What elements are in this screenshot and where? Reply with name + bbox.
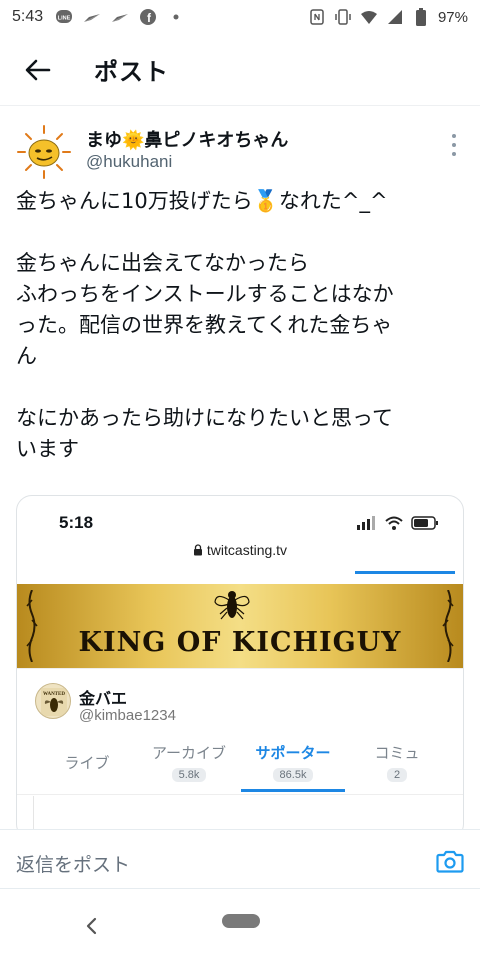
system-back-button[interactable] xyxy=(82,914,102,938)
embedded-time: 5:18 xyxy=(59,513,94,532)
signal-icon xyxy=(386,8,404,26)
reply-input[interactable]: 返信をポスト xyxy=(16,850,130,877)
send-icon xyxy=(111,8,129,26)
ornament-icon xyxy=(26,590,38,662)
dot-icon xyxy=(167,8,185,26)
embedded-tabs: ライブ アーカイブ 5.8k サポーター 86.5k コミュ 2 xyxy=(17,738,463,796)
wifi-icon xyxy=(385,516,403,530)
tab-indicator xyxy=(355,571,455,574)
wifi-icon xyxy=(360,8,378,26)
tab-supporters: サポーター 86.5k xyxy=(243,742,343,782)
avatar[interactable] xyxy=(16,124,72,180)
facebook-icon: f xyxy=(139,8,157,26)
avatar: WANTED xyxy=(35,683,71,719)
divider xyxy=(17,794,463,795)
page-title: ポスト xyxy=(94,58,169,86)
tab-label: ライブ xyxy=(64,754,110,772)
home-pill-button[interactable] xyxy=(222,914,260,928)
tab-live: ライブ xyxy=(47,752,127,773)
status-time: 5:43 xyxy=(12,8,44,25)
tab-count: 5.8k xyxy=(171,768,207,782)
tab-label: アーカイブ xyxy=(151,744,227,762)
tweet-line: なにかあったら助けになりたいと思って xyxy=(16,406,393,430)
active-tab-indicator xyxy=(241,789,345,792)
tab-community: コミュ 2 xyxy=(347,742,447,782)
tweet-line: った。配信の世界を教えてくれた金ちゃ xyxy=(16,313,393,337)
nfc-icon xyxy=(308,8,326,26)
ornament-icon xyxy=(442,590,454,662)
line-icon: LINE xyxy=(55,8,73,26)
signal-icon xyxy=(357,516,375,530)
embedded-profile-id: @kimbae1234 xyxy=(79,707,176,724)
embedded-profile: WANTED 金バエ @kimbae1234 xyxy=(17,668,463,738)
reply-bar[interactable]: 返信をポスト xyxy=(0,829,480,889)
vibrate-icon xyxy=(334,8,352,26)
tab-archive: アーカイブ 5.8k xyxy=(139,742,239,782)
status-bar: 5:43 LINE f 97% xyxy=(0,0,480,34)
battery-level: 97% xyxy=(437,8,468,26)
attached-image[interactable]: 5:18 twitcasting.tv KING OF KICHIGUY WAN… xyxy=(16,495,464,840)
lock-icon xyxy=(193,544,202,556)
tweet-line: います xyxy=(16,437,79,461)
banner-text: KING OF KICHIGUY xyxy=(78,627,402,658)
notification-icons: LINE f xyxy=(55,8,185,26)
camera-icon[interactable] xyxy=(436,848,464,874)
arrow-left-icon xyxy=(25,59,51,80)
tweet-line: ふわっちをインストールすることはなか xyxy=(16,282,394,306)
url-bar: twitcasting.tv xyxy=(17,542,463,558)
fly-icon xyxy=(214,591,250,620)
svg-text:WANTED: WANTED xyxy=(43,692,65,697)
tweet-text: 金ちゃんに10万投げたら🥇なれた^_^ 金ちゃんに出会えてなかったら ふわっちを… xyxy=(16,186,466,465)
battery-icon xyxy=(411,516,438,530)
back-button[interactable] xyxy=(18,50,58,90)
app-header: ポスト xyxy=(0,34,480,106)
battery-icon xyxy=(412,8,430,26)
tab-label: サポーター xyxy=(255,744,331,762)
channel-banner: KING OF KICHIGUY xyxy=(17,584,463,668)
url-text: twitcasting.tv xyxy=(206,542,288,558)
tweet-author: まゆ🌞鼻ピノキオちゃん @hukuhani xyxy=(16,120,466,182)
system-nav-bar xyxy=(0,890,480,960)
tweet-line: 金ちゃんに10万投げたら🥇なれた^_^ xyxy=(16,189,388,213)
tab-count: 86.5k xyxy=(272,768,314,782)
more-options-icon[interactable] xyxy=(448,134,460,156)
tab-label: コミュ xyxy=(374,744,420,762)
tweet-line: ん xyxy=(16,344,37,368)
tweet-line: 金ちゃんに出会えてなかったら xyxy=(16,251,309,275)
send-icon xyxy=(83,8,101,26)
svg-text:LINE: LINE xyxy=(58,16,71,22)
user-handle[interactable]: @hukuhani xyxy=(86,152,172,172)
display-name[interactable]: まゆ🌞鼻ピノキオちゃん xyxy=(86,126,288,152)
tab-count: 2 xyxy=(386,768,408,782)
embedded-profile-name: 金バエ xyxy=(79,689,128,708)
